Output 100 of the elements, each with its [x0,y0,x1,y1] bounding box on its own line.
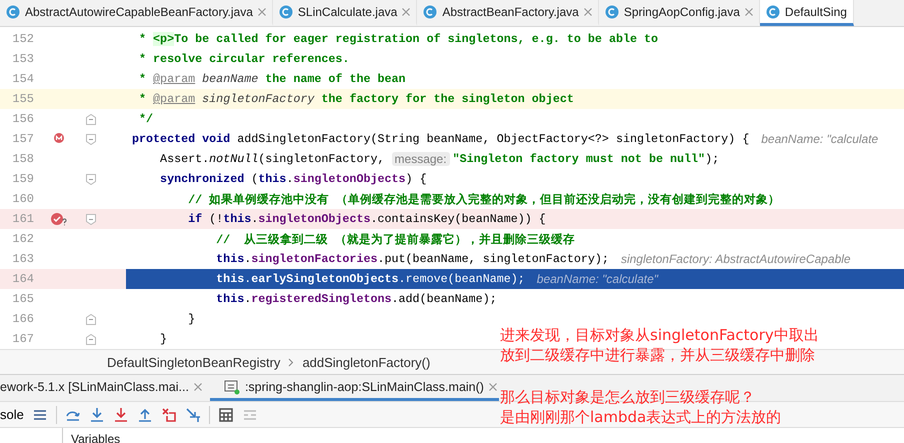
code-text: ( [250,172,258,186]
close-icon[interactable] [584,8,592,16]
class-icon [6,4,20,18]
code-text: .put(beanName, singletonFactory); [377,252,609,266]
line-number: 164 [11,272,34,286]
code-text: .containsKey(beanName)) { [370,212,546,226]
drop-frame-icon[interactable] [160,406,177,422]
comment-text: // 如果单例缓存池中没有 （单例缓存池是需要放入完整的对象，但目前还没启动完，没有创建到完整的对象） [187,192,780,206]
close-icon[interactable] [402,8,410,16]
debug-value-hint: singletonFactory: AbstractAutowireCapable [620,252,851,266]
field-name: registeredSingletons [251,292,392,306]
code-text: . [244,292,252,306]
keyword: this [215,252,244,266]
run-to-cursor-icon[interactable] [184,406,201,422]
comment-text: To be called for eager registration of singletons, e.g. to be able to [174,32,658,46]
comment-text: */ [138,112,154,126]
comment-text: the name of the bean [264,72,406,86]
comment-text: * resolve circular references. [138,52,350,66]
fold-icon[interactable] [86,214,96,224]
comment-text: * [138,32,148,46]
breakpoint-icon[interactable] [50,212,68,226]
arrow-down-icon[interactable] [88,406,105,422]
field-name: singletonFactories [251,252,378,266]
editor-tab[interactable]: AbstractBeanFactory.java [417,0,599,26]
string-literal: "Singleton factory must not be null" [452,152,706,166]
editor-tab[interactable]: AbstractAutowireCapableBeanFactory.java [0,0,273,26]
field-name: singletonObjects [258,212,370,226]
code-text: ); [705,152,720,166]
annotation-text: 放到二级缓存中进行暴露，并从三级缓存中删除 [500,345,816,365]
line-number: 153 [11,52,34,66]
annotation-text: 那么目标对象是怎么放到三级缓存呢？ [500,387,756,407]
line-number: 154 [11,72,34,86]
html-tag: <p> [153,32,174,46]
parameter-hint: message: [392,152,450,166]
parameter-name: beanName [201,72,258,86]
keyword: synchronized [159,172,244,186]
arrow-up-icon[interactable] [136,406,153,422]
comment-text: * [138,72,148,86]
breadcrumb[interactable]: addSingletonFactory() [302,354,430,370]
class-icon [604,4,619,18]
line-number: 166 [11,312,34,326]
line-number: 161 [11,212,34,226]
keyword: this [215,272,244,286]
annotation-text: 进来发现，目标对象从singletonFactory中取出 [500,325,819,345]
line-number: 158 [11,152,34,166]
line-number: 167 [11,332,34,346]
keyword: if [187,212,202,226]
annotation-text: 是由刚刚那个lambda表达式上的方法放的 [500,407,782,427]
code-text: (! [208,212,224,226]
breadcrumb[interactable]: DefaultSingletonBeanRegistry [107,354,280,370]
keyword: this [215,292,244,306]
line-number: 162 [11,232,34,246]
line-number: 157 [11,132,34,146]
code-text: . [244,252,252,266]
fold-icon[interactable] [86,314,96,324]
fold-icon[interactable] [86,174,96,184]
code-text: ) { [406,172,427,186]
code-text: (singletonFactory, [258,152,386,166]
class-icon [423,4,438,18]
parameter-name: singletonFactory [201,92,314,106]
close-icon[interactable] [744,8,753,16]
code-text: . [244,272,252,286]
method-breakpoint-icon[interactable] [52,132,66,146]
arrow-down-icon[interactable] [112,406,129,422]
comment-text: * [138,92,148,106]
fold-icon[interactable] [86,114,96,124]
panel-title: Variables [70,431,120,443]
fold-icon[interactable] [86,134,96,144]
close-icon[interactable] [194,382,202,390]
keyword: protected void [132,132,230,146]
line-number: 156 [11,112,34,126]
debug-value-hint: beanName: "calculate [761,132,878,146]
comment-text: the factory for the singleton object [320,92,574,106]
javadoc-tag: @param [153,92,196,106]
keyword: this [223,212,252,226]
debug-session-tab[interactable]: ework-5.1.x [SLinMainClass.mai... [0,375,210,401]
fold-icon[interactable] [86,334,96,344]
code-text: } [187,312,196,326]
line-number: 165 [11,292,34,306]
editor-tab[interactable]: SLinCalculate.java [272,0,418,26]
close-icon[interactable] [488,382,497,390]
field-name: earlySingletonObjects [251,272,399,286]
code-text: .remove(beanName); [398,272,525,286]
editor-tab[interactable]: SpringAopConfig.java [598,0,760,26]
calculator-icon[interactable] [218,406,234,422]
debug-value-hint: beanName: "calculate" [536,272,658,286]
class-icon [766,4,780,18]
class-icon [278,4,293,18]
line-number: 160 [11,192,34,206]
line-number: 155 [11,92,34,106]
keyword: this [258,172,286,186]
line-number: 152 [11,32,34,46]
code-text: . [286,172,294,186]
code-text: .add(beanName); [392,292,497,306]
close-icon[interactable] [258,8,266,16]
field-name: singletonObjects [293,172,406,186]
console-tab[interactable]: sole [0,407,24,422]
editor-tab[interactable]: DefaultSing [760,0,854,26]
method-name: notNull [209,152,258,166]
chevron-icon [288,358,294,366]
